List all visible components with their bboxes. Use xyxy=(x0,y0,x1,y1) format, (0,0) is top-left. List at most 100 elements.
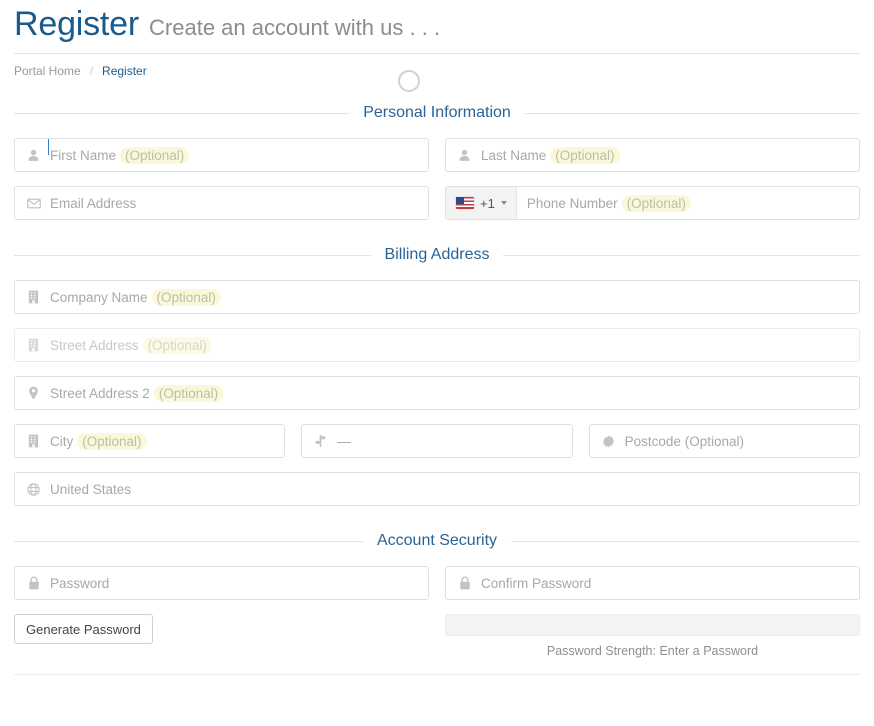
phone-country-selector[interactable]: +1 xyxy=(446,187,517,220)
envelope-icon xyxy=(25,198,42,209)
first-name-placeholder-text: First Name xyxy=(50,147,117,163)
page-header: Register Create an account with us . . . xyxy=(14,0,860,49)
last-name-col: Last Name (Optional) xyxy=(445,138,860,173)
building-icon xyxy=(25,434,42,448)
phone-placeholder: Phone Number (Optional) xyxy=(526,194,691,212)
password-placeholder: Password xyxy=(50,576,109,591)
name-row: First Name (Optional) Last Name (Optiona… xyxy=(14,138,860,173)
email-col: Email Address xyxy=(14,186,429,221)
city-col: City (Optional) xyxy=(14,424,286,459)
section-title: Account Security xyxy=(376,532,498,550)
phone-optional-tag: (Optional) xyxy=(621,194,691,212)
street-address-optional-tag: (Optional) xyxy=(142,336,212,354)
legend-line-right xyxy=(524,112,861,114)
first-name-placeholder: First Name (Optional) xyxy=(47,139,190,164)
legend-line-right xyxy=(511,540,860,542)
section-header-account-security: Account Security xyxy=(14,532,860,550)
first-name-optional-tag: (Optional) xyxy=(120,146,190,164)
contact-row: Email Address +1 Phone Number (Optional) xyxy=(14,186,860,221)
confirm-password-field[interactable]: Confirm Password xyxy=(445,566,860,601)
generate-password-col: Generate Password xyxy=(14,614,429,645)
confirm-password-col: Confirm Password xyxy=(445,566,860,601)
street2-row: Street Address 2 (Optional) xyxy=(14,376,860,411)
chevron-down-icon xyxy=(500,201,507,206)
city-field[interactable]: City (Optional) xyxy=(14,424,286,459)
street2-col: Street Address 2 (Optional) xyxy=(14,376,860,411)
password-field[interactable]: Password xyxy=(14,566,429,601)
legend-line-left xyxy=(14,540,363,542)
country-select[interactable]: United States xyxy=(14,472,860,507)
street-address-placeholder-text: Street Address xyxy=(50,337,139,353)
city-placeholder-text: City xyxy=(50,433,74,449)
state-value: — xyxy=(337,433,351,449)
building-icon xyxy=(25,338,42,352)
user-icon xyxy=(456,149,473,162)
page-title: Register xyxy=(14,5,140,43)
breadcrumb-separator: / xyxy=(89,64,94,79)
phone-dial-code: +1 xyxy=(480,195,495,211)
street-address-2-placeholder: Street Address 2 (Optional) xyxy=(50,384,224,402)
company-name-placeholder: Company Name (Optional) xyxy=(50,288,221,306)
phone-number-input[interactable]: Phone Number (Optional) xyxy=(517,194,859,212)
last-name-field[interactable]: Last Name (Optional) xyxy=(445,138,860,173)
city-placeholder: City (Optional) xyxy=(50,432,147,450)
signpost-icon xyxy=(312,434,329,448)
postcode-placeholder: Postcode (Optional) xyxy=(625,434,744,449)
postcode-field[interactable]: Postcode (Optional) xyxy=(588,424,860,459)
breadcrumb-item-portal-home[interactable]: Portal Home xyxy=(14,64,81,78)
city-state-postcode-row: City (Optional) — Postcode (Optional) xyxy=(14,424,860,459)
company-col: Company Name (Optional) xyxy=(14,280,860,315)
country-value: United States xyxy=(50,481,132,497)
state-select[interactable]: — xyxy=(301,424,573,459)
loading-spinner-icon xyxy=(398,70,420,92)
phone-field[interactable]: +1 Phone Number (Optional) xyxy=(445,186,860,221)
lock-icon xyxy=(25,576,42,590)
confirm-password-placeholder-text: Confirm Password xyxy=(481,575,592,591)
last-name-placeholder-text: Last Name xyxy=(481,147,547,163)
street-col: Street Address (Optional) xyxy=(14,328,860,363)
street-address-placeholder: Street Address (Optional) xyxy=(50,336,212,354)
lock-icon xyxy=(456,576,473,590)
street-row: Street Address (Optional) xyxy=(14,328,860,363)
page-subtitle: Create an account with us . . . xyxy=(149,15,441,40)
company-name-field[interactable]: Company Name (Optional) xyxy=(14,280,860,315)
legend-line-left xyxy=(14,112,350,114)
section-header-billing-address: Billing Address xyxy=(14,246,861,264)
street-address-field[interactable]: Street Address (Optional) xyxy=(14,328,860,363)
gear-icon xyxy=(600,435,617,448)
section-title: Personal Information xyxy=(363,104,511,122)
legend-line-right xyxy=(503,254,861,256)
company-name-optional-tag: (Optional) xyxy=(151,288,221,306)
us-flag-icon xyxy=(456,197,474,210)
state-col: — xyxy=(301,424,573,459)
breadcrumb: Portal Home / Register xyxy=(14,54,860,78)
legend-line-left xyxy=(14,254,371,256)
breadcrumb-item-register[interactable]: Register xyxy=(102,64,147,78)
confirm-password-placeholder: Confirm Password xyxy=(481,576,591,591)
phone-col: +1 Phone Number (Optional) xyxy=(445,186,860,221)
user-icon xyxy=(25,149,42,162)
street-address-2-field[interactable]: Street Address 2 (Optional) xyxy=(14,376,860,411)
street-address-2-optional-tag: (Optional) xyxy=(153,384,224,402)
password-actions-row: Generate Password Password Strength: Ent… xyxy=(14,614,860,658)
last-name-placeholder: Last Name (Optional) xyxy=(481,146,620,164)
postcode-placeholder-text: Postcode (Optional) xyxy=(624,433,744,449)
company-row: Company Name (Optional) xyxy=(14,280,860,315)
last-name-optional-tag: (Optional) xyxy=(550,146,620,164)
password-row: Password Confirm Password xyxy=(14,566,860,601)
generate-password-button[interactable]: Generate Password xyxy=(14,614,153,645)
password-col: Password xyxy=(14,566,429,601)
password-placeholder-text: Password xyxy=(50,575,110,591)
section-title: Billing Address xyxy=(384,246,490,264)
email-field[interactable]: Email Address xyxy=(14,186,429,221)
email-placeholder-text: Email Address xyxy=(50,195,137,211)
first-name-col: First Name (Optional) xyxy=(14,138,429,173)
phone-placeholder-text: Phone Number xyxy=(526,195,618,211)
country-col: United States xyxy=(14,472,860,507)
country-row: United States xyxy=(14,472,860,507)
building-icon xyxy=(25,290,42,304)
globe-icon xyxy=(25,483,42,496)
company-name-placeholder-text: Company Name xyxy=(50,289,148,305)
city-optional-tag: (Optional) xyxy=(77,432,147,450)
first-name-field[interactable]: First Name (Optional) xyxy=(14,138,429,173)
